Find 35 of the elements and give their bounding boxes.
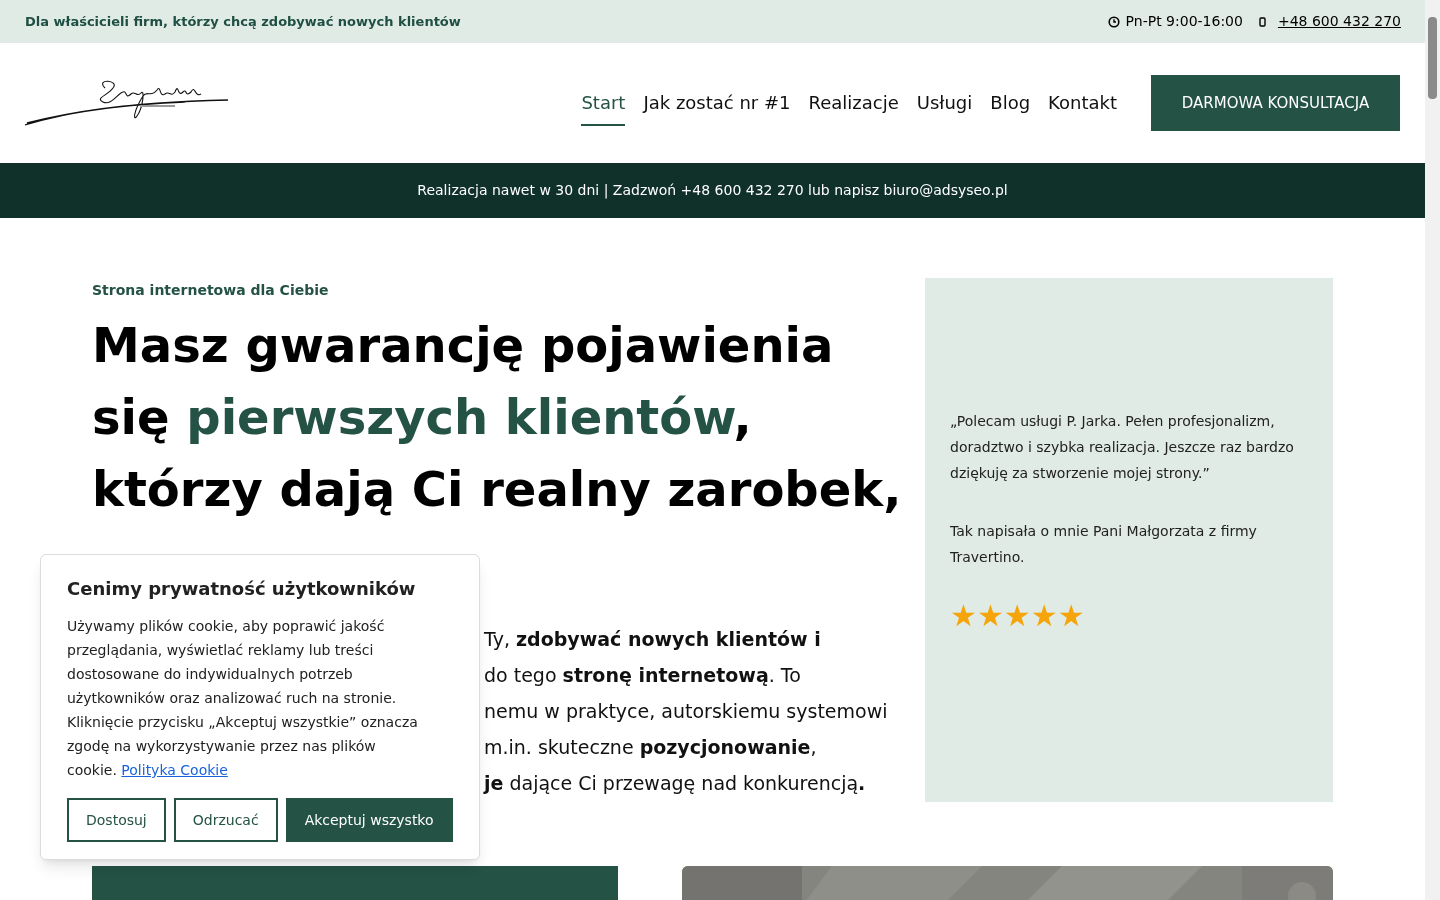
- paragraph-line: do tego stronę internetową. To: [484, 663, 802, 688]
- paragraph-line: Ty, zdobywać nowych klientów i: [484, 627, 822, 652]
- cookie-button[interactable]: Odrzucać: [173, 798, 278, 842]
- scrollbar[interactable]: [1425, 0, 1440, 900]
- paragraph-line: m.in. skuteczne pozycjonowanie,: [484, 735, 818, 760]
- signature-logo[interactable]: [25, 78, 229, 128]
- testimonial-source: Tak napisała o mnie Pani Małgorzata z firmy Travertino.: [950, 522, 1258, 567]
- paragraph-line: je dające Ci przewagę nad konkurencją.: [484, 771, 867, 796]
- consultation-button[interactable]: DARMOWA KONSULTACJA: [1151, 75, 1400, 131]
- eyebrow-text: Strona internetowa dla Ciebie: [92, 281, 330, 300]
- cookie-button[interactable]: Akceptuj wszystko: [285, 798, 453, 842]
- nav-link[interactable]: Start: [581, 80, 626, 126]
- testimonial-quote: „Polecam usługi P. Jarka. Pełen profesjonalizm, doradztwo i szybka realizacja. Jeszcze raz bardzo dziękuję za stworzenie mojej strony.”: [950, 412, 1295, 483]
- nav-link[interactable]: Realizacje: [808, 80, 899, 126]
- hero-heading: Masz gwarancję pojawienia się pierwszych klientów, którzy dają Ci realny zarobek,: [92, 316, 903, 519]
- tagline: Dla właścicieli firm, którzy chcą zdobywać nowych klientów: [25, 12, 461, 31]
- dialog-title: Cenimy prywatność użytkowników: [67, 577, 417, 601]
- cookie-policy-link[interactable]: Polityka Cookie: [121, 762, 228, 778]
- nav-link[interactable]: Blog: [990, 80, 1031, 126]
- info-text: Realizacja nawet w 30 dni | Zadzwoń +48 600 432 270 lub napisz biuro@adsyseo.pl: [417, 181, 1008, 201]
- nav-link[interactable]: Jak zostać nr #1: [643, 80, 791, 126]
- paragraph-line: nemu w praktyce, autorskiemu systemowi: [484, 699, 889, 724]
- star-icon: ★: [950, 600, 977, 632]
- clock-icon: [1107, 15, 1120, 28]
- dialog-text: Używamy plików cookie, aby poprawić jakość przeglądania, wyświetlać reklamy lub treści dostosowane do indywidualnych potrzeb użytkowników oraz analizować ruch na stronie. Kliknięcie przycisku „Akceptuj wszystkie” oznacza zgodę na wykorzystywanie przez nas plików cookie. Polityka Cookie: [67, 617, 419, 780]
- nav-link[interactable]: Kontakt: [1048, 80, 1117, 126]
- hours-text: Pn-Pt 9:00-16:00: [1125, 12, 1243, 31]
- cookie-button[interactable]: Dostosuj: [67, 798, 166, 842]
- nav-link[interactable]: Usługi: [916, 80, 973, 126]
- phone-link[interactable]: +48 600 432 270: [1277, 11, 1401, 32]
- star-icon: ★: [976, 600, 1004, 632]
- star-icon: ★: [1057, 600, 1085, 632]
- star-icon: ★: [1003, 600, 1031, 632]
- star-icon: ★: [1030, 600, 1058, 632]
- phone-icon: [1258, 16, 1266, 27]
